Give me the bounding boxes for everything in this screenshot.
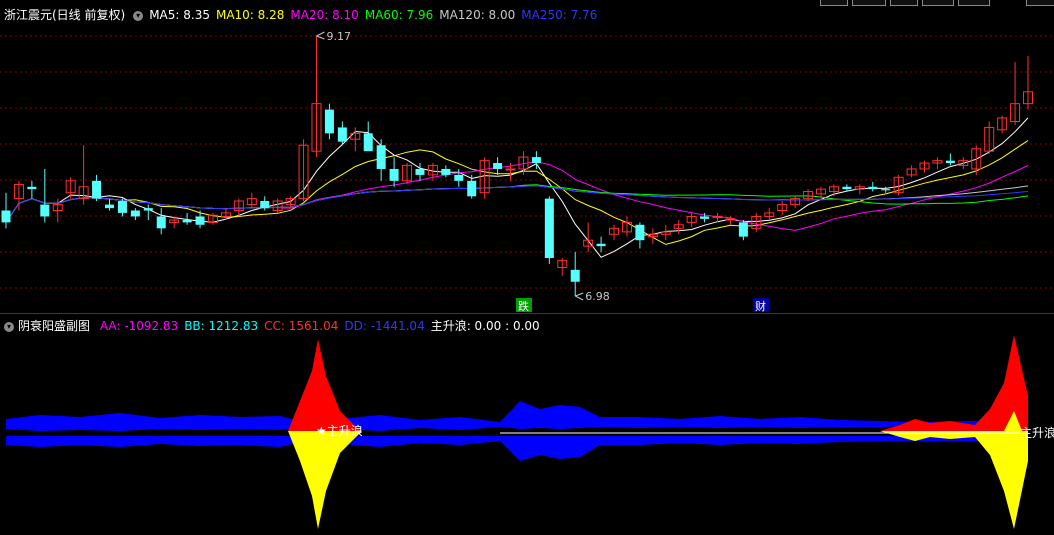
candle-body <box>182 220 192 223</box>
yellow-spike <box>288 431 362 529</box>
low-marker-arrow <box>574 292 584 301</box>
candle-body <box>104 204 114 209</box>
candle-body <box>441 168 451 175</box>
indicator-value: AA: -1092.83 <box>99 319 179 333</box>
sub-chart-header: ▾ 阴衰阳盛副图 AA: -1092.83 BB: 1212.83 CC: 1561.… <box>0 317 540 333</box>
blue-band-lower <box>6 436 1028 461</box>
ma-line-10 <box>5 140 1029 245</box>
indicator-value: CC: 1561.04 <box>264 319 339 333</box>
candle-body <box>324 109 334 134</box>
low-marker-label: 6.98 <box>585 290 610 303</box>
candle-body <box>376 145 386 169</box>
candle-body <box>389 168 399 181</box>
candle-body <box>467 180 477 197</box>
candle-body <box>156 216 166 229</box>
candle-body <box>337 127 347 142</box>
candle-body <box>738 222 748 237</box>
event-tag-label: 财 <box>755 299 766 313</box>
candle-body <box>570 269 580 282</box>
indicator-values: AA: -1092.83 BB: 1212.83 CC: 1561.04 DD: -1… <box>94 319 540 333</box>
chevron-down-icon[interactable]: ▾ <box>4 321 14 332</box>
candle-body <box>40 204 50 217</box>
candle-body <box>143 208 153 211</box>
candle-body <box>363 133 373 152</box>
kline-chart[interactable]: 9.17 6.98 跌 财 <box>0 0 1054 315</box>
candle-body <box>635 224 645 241</box>
candle-body <box>1 210 11 223</box>
indicator-value: BB: 1212.83 <box>184 319 259 333</box>
candle-body <box>454 174 464 181</box>
candle-body <box>260 201 270 209</box>
candle-body <box>130 210 140 217</box>
candle-body <box>868 186 878 190</box>
red-spike <box>288 339 362 431</box>
candle-body <box>92 180 102 199</box>
indicator-title: 阴衰阳盛副图 <box>18 319 91 333</box>
signal-label: ★主升浪 <box>316 423 363 438</box>
candle-body <box>700 216 710 219</box>
signal-label: 主升浪 <box>1020 425 1054 440</box>
panel-divider <box>0 313 1054 314</box>
candle-body <box>27 186 37 190</box>
candle-body <box>544 198 554 259</box>
candle-body <box>117 201 127 213</box>
candle-body <box>881 189 891 191</box>
high-marker-label: 9.17 <box>326 30 351 43</box>
candle-body <box>195 216 205 225</box>
candle-body <box>945 160 955 164</box>
indicator-value: 主升浪: 0.00 : 0.00 <box>430 319 540 333</box>
indicator-chart[interactable]: ★主升浪 主升浪 <box>0 333 1054 535</box>
red-spike <box>880 335 1028 431</box>
indicator-value: DD: -1441.04 <box>344 319 425 333</box>
candle-body <box>493 163 503 169</box>
candle-body <box>842 186 852 190</box>
candle-body <box>505 168 516 171</box>
blue-band-upper <box>6 401 1028 431</box>
candle-body <box>415 168 425 175</box>
yellow-spike <box>880 431 1028 529</box>
event-tag-label: 跌 <box>518 299 529 313</box>
candle-body <box>596 243 606 247</box>
candle-body <box>531 157 541 164</box>
